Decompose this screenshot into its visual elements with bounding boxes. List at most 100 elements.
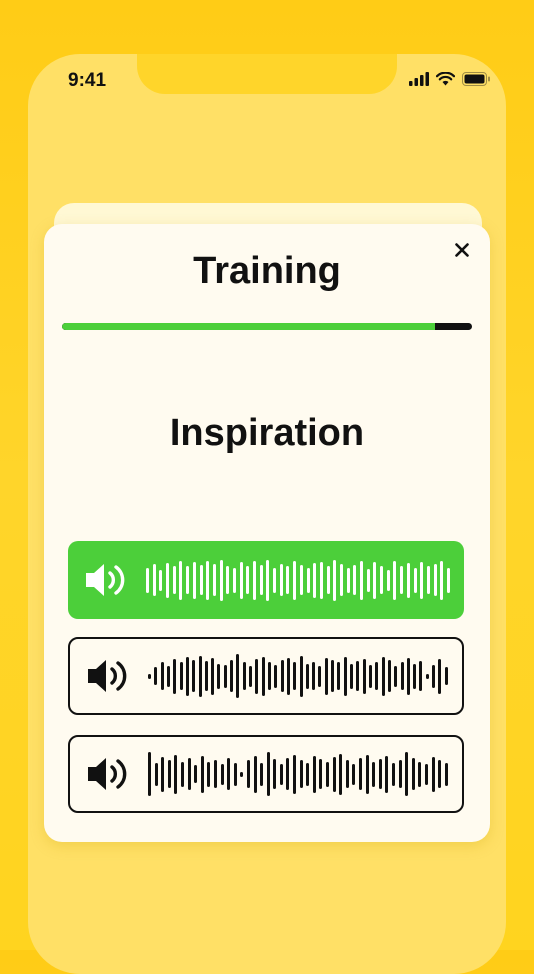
waveform-bar: [413, 663, 417, 689]
waveform-bar: [339, 564, 343, 596]
waveform-bar: [353, 565, 357, 595]
waveform-bar: [206, 560, 210, 600]
waveform-bar: [368, 664, 372, 688]
waveform-bar: [324, 657, 328, 695]
waveform-bar: [438, 658, 442, 694]
waveform-bar: [391, 762, 395, 786]
waveform-bar: [207, 761, 211, 787]
waveform-bar: [166, 562, 170, 598]
waveform-bar: [286, 758, 290, 790]
waveform-bar: [253, 560, 256, 600]
waveform-bar: [425, 673, 429, 679]
waveform-bar: [246, 760, 250, 788]
card-title: Training: [193, 250, 341, 292]
waveform-bar: [331, 660, 335, 692]
waveform-bar: [211, 657, 215, 695]
audio-option-1[interactable]: [68, 541, 464, 619]
waveform-bar: [223, 664, 227, 688]
waveform-bar: [398, 760, 402, 788]
speaker-icon: [86, 564, 125, 596]
waveform-bar: [365, 754, 369, 794]
waveform-bar: [192, 660, 196, 692]
waveform-bar: [198, 655, 202, 697]
waveform-bar: [424, 763, 428, 785]
waveform-bar: [350, 663, 353, 689]
waveform-bar: [352, 763, 356, 785]
waveform-bar: [375, 662, 379, 690]
waveform-bar: [319, 759, 323, 789]
waveform-bar: [273, 567, 277, 593]
waveform-bar: [239, 561, 243, 599]
waveform-bar: [372, 761, 376, 787]
waveform-bar: [279, 564, 283, 596]
waveform-bar: [266, 559, 270, 601]
waveform-bar: [339, 753, 343, 795]
waveform-bar: [160, 662, 164, 690]
waveform-bar: [152, 564, 156, 596]
audio-option-3[interactable]: [68, 735, 464, 813]
waveform-bar: [253, 755, 257, 793]
battery-icon: [462, 72, 490, 86]
waveform-bar: [293, 662, 297, 690]
waveform-bar: [261, 656, 265, 696]
waveform-bar: [380, 566, 384, 594]
waveform-bar: [346, 567, 350, 593]
audio-option-2[interactable]: [68, 637, 464, 715]
target-word: Inspiration: [169, 412, 365, 454]
waveform-bar: [306, 762, 310, 786]
waveform-bar: [274, 664, 278, 688]
waveform-bar: [230, 660, 234, 692]
waveform-bar: [213, 760, 217, 788]
signal-icon: [409, 72, 429, 86]
waveform-bar: [199, 565, 203, 595]
waveform-bar: [406, 657, 410, 695]
waveform-bar: [219, 559, 223, 601]
waveform-bar: [326, 761, 330, 787]
waveform-bar: [385, 755, 389, 793]
device-notch: [137, 54, 397, 94]
waveform-bar: [345, 760, 349, 788]
waveform-bar: [246, 566, 250, 594]
waveform-bar: [326, 566, 330, 594]
waveform-bar: [387, 660, 391, 692]
waveform-bar: [179, 662, 183, 690]
waveform-bar: [419, 661, 423, 691]
audio-waveform: [148, 744, 448, 804]
waveform-bar: [406, 562, 410, 598]
waveform-bar: [299, 565, 303, 595]
waveform-bar: [444, 762, 448, 786]
waveform-bar: [146, 567, 149, 593]
waveform-bar: [378, 759, 382, 789]
waveform-bar: [187, 758, 191, 790]
waveform-bar: [293, 754, 297, 794]
waveform-bar: [293, 560, 297, 600]
waveform-bar: [236, 654, 240, 698]
waveform-bar: [280, 660, 284, 692]
speaker-icon: [88, 758, 127, 790]
speaker-icon: [88, 660, 127, 692]
waveform-bar: [286, 657, 290, 695]
waveform-bar: [186, 566, 190, 594]
waveform-bar: [174, 754, 178, 794]
waveform-bar: [305, 663, 309, 689]
waveform-bar: [172, 566, 176, 594]
waveform-bar: [386, 569, 390, 591]
waveform-bar: [359, 758, 362, 790]
waveform-bar: [400, 662, 404, 690]
waveform-bar: [446, 567, 450, 593]
waveform-bar: [362, 658, 366, 694]
waveform-bar: [279, 763, 283, 785]
waveform-bar: [233, 762, 237, 786]
waveform-bar: [440, 560, 444, 600]
waveform-bar: [318, 665, 322, 687]
waveform-bar: [426, 566, 430, 594]
progress-fill: [62, 323, 436, 330]
waveform-bar: [431, 756, 435, 792]
waveform-bar: [226, 566, 230, 594]
waveform-bar: [312, 662, 316, 690]
waveform-bar: [259, 565, 263, 595]
waveform-bar: [249, 665, 252, 687]
waveform-bar: [373, 561, 377, 599]
wifi-icon: [436, 72, 455, 86]
waveform-bar: [400, 566, 404, 594]
